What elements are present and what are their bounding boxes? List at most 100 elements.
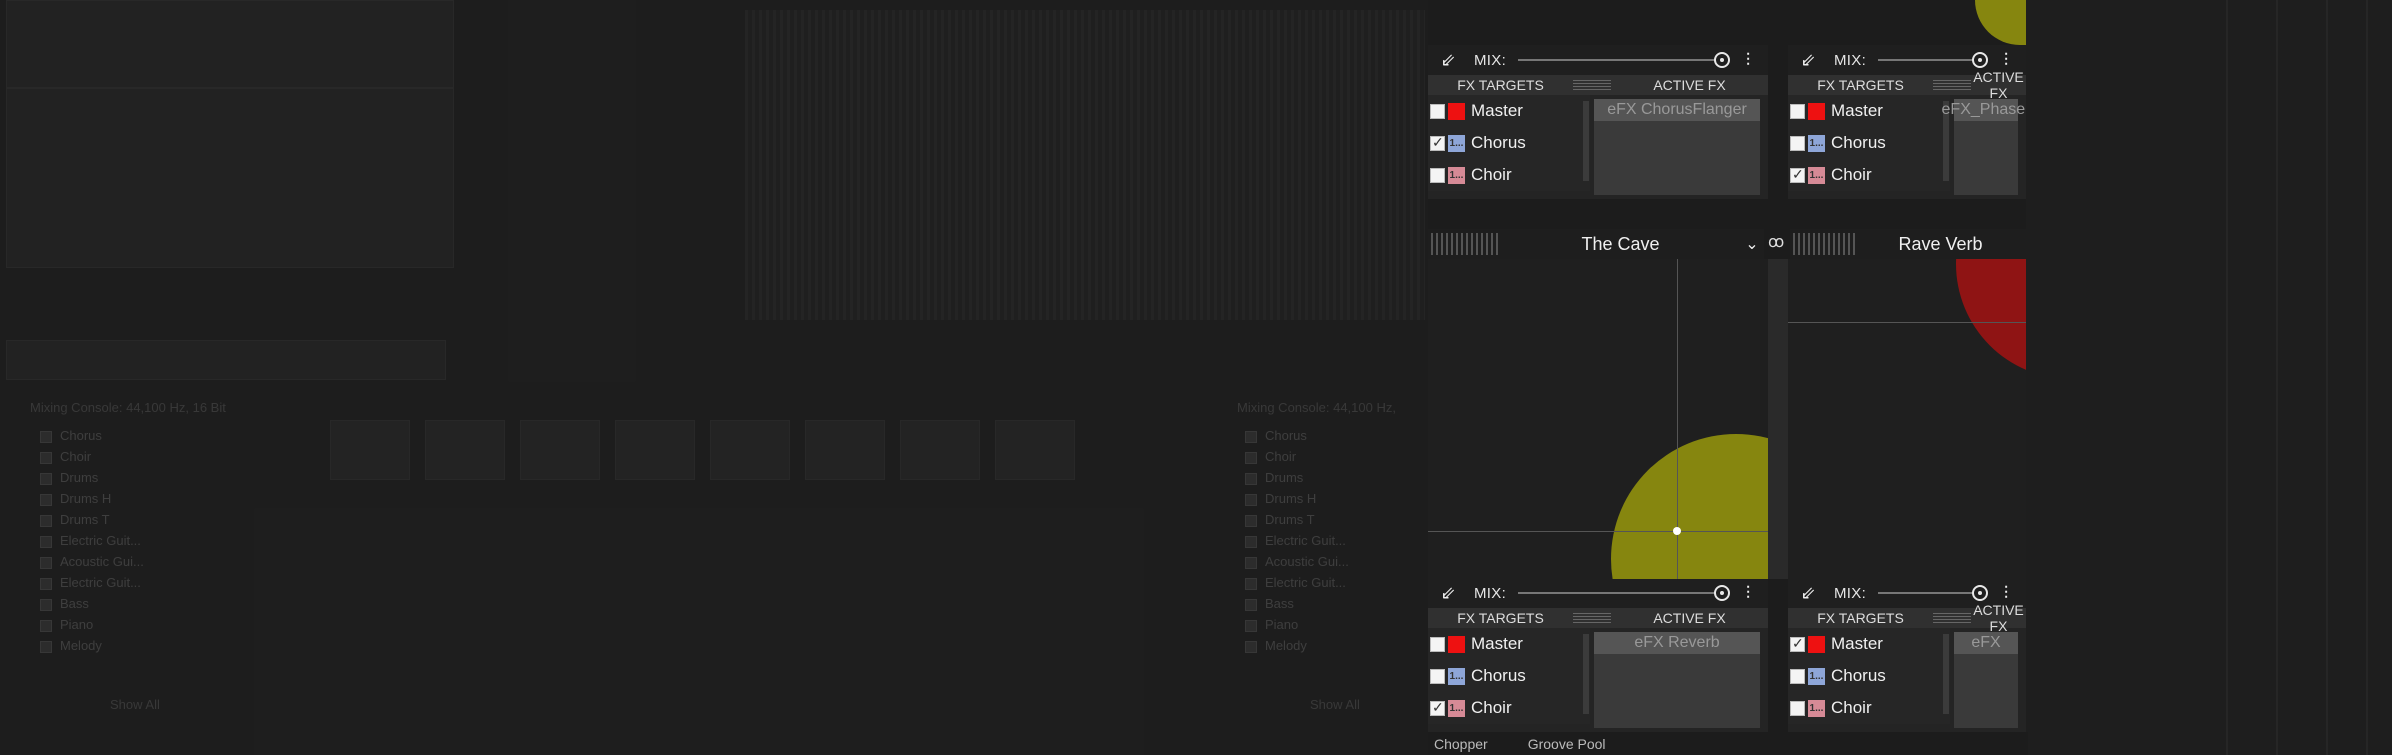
fx-target-chorus[interactable]: 1... Chorus — [1428, 660, 1590, 692]
active-fx-header: ACTIVE FX — [1973, 69, 2024, 101]
bg-mixing-console-title: Mixing Console: 44,100 Hz, 16 Bit — [30, 400, 226, 415]
xy-pad-left[interactable] — [1428, 259, 1768, 579]
targets-scrollbar[interactable] — [1943, 634, 1949, 714]
xy-pad-right[interactable] — [1788, 259, 2026, 579]
mixer-settings-icon[interactable]: ⫶ — [1734, 50, 1762, 71]
active-fx-slot[interactable]: eFX ChorusFlanger — [1594, 99, 1760, 121]
mix-bar: ⇙ MIX: ⫶ — [1428, 578, 1768, 608]
tab-chopper[interactable]: Chopper — [1434, 736, 1488, 752]
fx-target-checkbox[interactable] — [1430, 668, 1445, 684]
track-color-swatch — [1448, 635, 1465, 653]
bg-track-name: Choir — [60, 449, 92, 464]
fx-target-checkbox[interactable] — [1790, 166, 1805, 183]
fx-target-chorus[interactable]: 1... Chorus — [1428, 127, 1590, 159]
collapse-arrow-icon[interactable]: ⇙ — [1434, 581, 1462, 605]
bg-checkbox — [1245, 535, 1257, 548]
mix-slider-knob[interactable] — [1714, 585, 1730, 601]
bg-track-name: Electric Guit... — [60, 575, 141, 590]
bg-track-name: Melody — [1265, 638, 1307, 653]
fx-target-checkbox[interactable] — [1790, 668, 1805, 684]
xy-position-handle[interactable] — [1673, 527, 1681, 535]
fx-target-checkbox[interactable] — [1790, 103, 1805, 119]
mix-slider[interactable] — [1878, 585, 1988, 601]
fx-header: FX TARGETS ACTIVE FX — [1788, 602, 2026, 634]
mixer-settings-icon[interactable]: ⫶ — [1992, 50, 2020, 71]
fx-target-label: Master — [1471, 101, 1523, 120]
bg-channel-strip — [805, 420, 885, 480]
bg-track-name: Drums — [1265, 470, 1304, 485]
mix-slider[interactable] — [1878, 52, 1988, 68]
mix-slider-knob[interactable] — [1972, 52, 1988, 68]
bg-track-row: Choir — [40, 449, 91, 469]
active-fx-slot[interactable]: eFX_Phaser — [1942, 99, 2026, 121]
bg-track-name: Acoustic Gui... — [1265, 554, 1349, 569]
preset-bar-left[interactable]: The Cave ⌄ — [1428, 229, 1764, 259]
bg-checkbox — [1245, 577, 1257, 590]
fx-target-choir[interactable]: 1... Choir — [1788, 159, 1950, 191]
mix-slider[interactable] — [1518, 52, 1730, 68]
bg-waveform — [745, 10, 1425, 320]
fx-target-label: Choir — [1471, 165, 1512, 184]
active-fx-slot[interactable]: eFX Reverb — [1594, 632, 1760, 654]
track-color-swatch — [1808, 635, 1825, 653]
targets-scrollbar[interactable] — [1583, 634, 1589, 714]
fx-target-checkbox[interactable] — [1430, 636, 1445, 652]
fx-target-choir[interactable]: 1... Choir — [1428, 692, 1590, 724]
link-icon[interactable]: ꝏ — [1768, 232, 1784, 252]
bg-track-name: Drums H — [1265, 491, 1317, 506]
fx-target-master[interactable]: Master — [1788, 95, 1950, 127]
mix-slider[interactable] — [1518, 585, 1730, 601]
fx-target-checkbox[interactable] — [1790, 700, 1805, 716]
fx-target-master[interactable]: Master — [1428, 628, 1590, 660]
drag-grip[interactable] — [1573, 613, 1611, 623]
preset-name-right[interactable]: Rave Verb — [1855, 234, 2026, 255]
fx-target-label: Chorus — [1831, 133, 1886, 152]
bg-track-row: Drums T — [1245, 512, 1315, 532]
collapse-arrow-icon[interactable]: ⇙ — [1794, 48, 1822, 72]
fx-target-checkbox[interactable] — [1790, 635, 1805, 652]
bg-track-row: Bass — [40, 596, 89, 616]
fx-target-checkbox[interactable] — [1430, 167, 1445, 183]
bg-track-name: Chorus — [1265, 428, 1307, 443]
drag-grip[interactable] — [1933, 80, 1971, 90]
fx-target-checkbox[interactable] — [1430, 134, 1445, 151]
targets-scrollbar[interactable] — [1583, 101, 1589, 181]
fx-target-master[interactable]: Master — [1788, 628, 1950, 660]
bg-track-name: Electric Guit... — [60, 533, 141, 548]
drag-grip[interactable] — [1793, 233, 1855, 255]
fx-header: FX TARGETS ACTIVE FX — [1788, 69, 2026, 101]
fx-header: FX TARGETS ACTIVE FX — [1428, 608, 1768, 628]
collapse-arrow-icon[interactable]: ⇙ — [1794, 581, 1822, 605]
fx-target-checkbox[interactable] — [1430, 699, 1445, 716]
fx-targets-header: FX TARGETS — [1817, 77, 1904, 93]
bg-channel-strip — [995, 420, 1075, 480]
plugin-b-bottom-panel: ⇙ MIX: ⫶ FX TARGETS ACTIVE FX Master 1..… — [1788, 578, 2026, 732]
fx-target-choir[interactable]: 1... Choir — [1788, 692, 1950, 724]
active-fx-slot[interactable]: eFX — [1954, 632, 2018, 654]
track-color-swatch: 1... — [1808, 699, 1825, 717]
bg-channel-strip — [330, 420, 410, 480]
drag-grip[interactable] — [1573, 80, 1611, 90]
collapse-arrow-icon[interactable]: ⇙ — [1434, 48, 1462, 72]
fx-target-master[interactable]: Master — [1428, 95, 1590, 127]
bg-track-name: Electric Guit... — [1265, 533, 1346, 548]
preset-bar-right[interactable]: Rave Verb — [1790, 229, 2026, 259]
fx-target-checkbox[interactable] — [1790, 135, 1805, 151]
mix-slider-knob[interactable] — [1972, 585, 1988, 601]
fx-target-chorus[interactable]: 1... Chorus — [1788, 127, 1950, 159]
bg-track-row: Melody — [40, 638, 102, 658]
mixer-settings-icon[interactable]: ⫶ — [1992, 583, 2020, 604]
tab-groove-pool[interactable]: Groove Pool — [1528, 736, 1606, 752]
fx-target-choir[interactable]: 1... Choir — [1428, 159, 1590, 191]
drag-grip[interactable] — [1933, 613, 1971, 623]
preset-name-left[interactable]: The Cave — [1501, 234, 1740, 255]
mixer-settings-icon[interactable]: ⫶ — [1734, 583, 1762, 604]
mix-slider-knob[interactable] — [1714, 52, 1730, 68]
drag-grip[interactable] — [1431, 233, 1501, 255]
fx-target-checkbox[interactable] — [1430, 103, 1445, 119]
chevron-down-icon[interactable]: ⌄ — [1740, 234, 1764, 254]
fx-targets-list: Master 1... Chorus 1... Choir — [1788, 628, 1950, 724]
track-color-swatch: 1... — [1808, 667, 1825, 685]
fx-target-chorus[interactable]: 1... Chorus — [1788, 660, 1950, 692]
bg-checkbox — [1245, 472, 1257, 485]
